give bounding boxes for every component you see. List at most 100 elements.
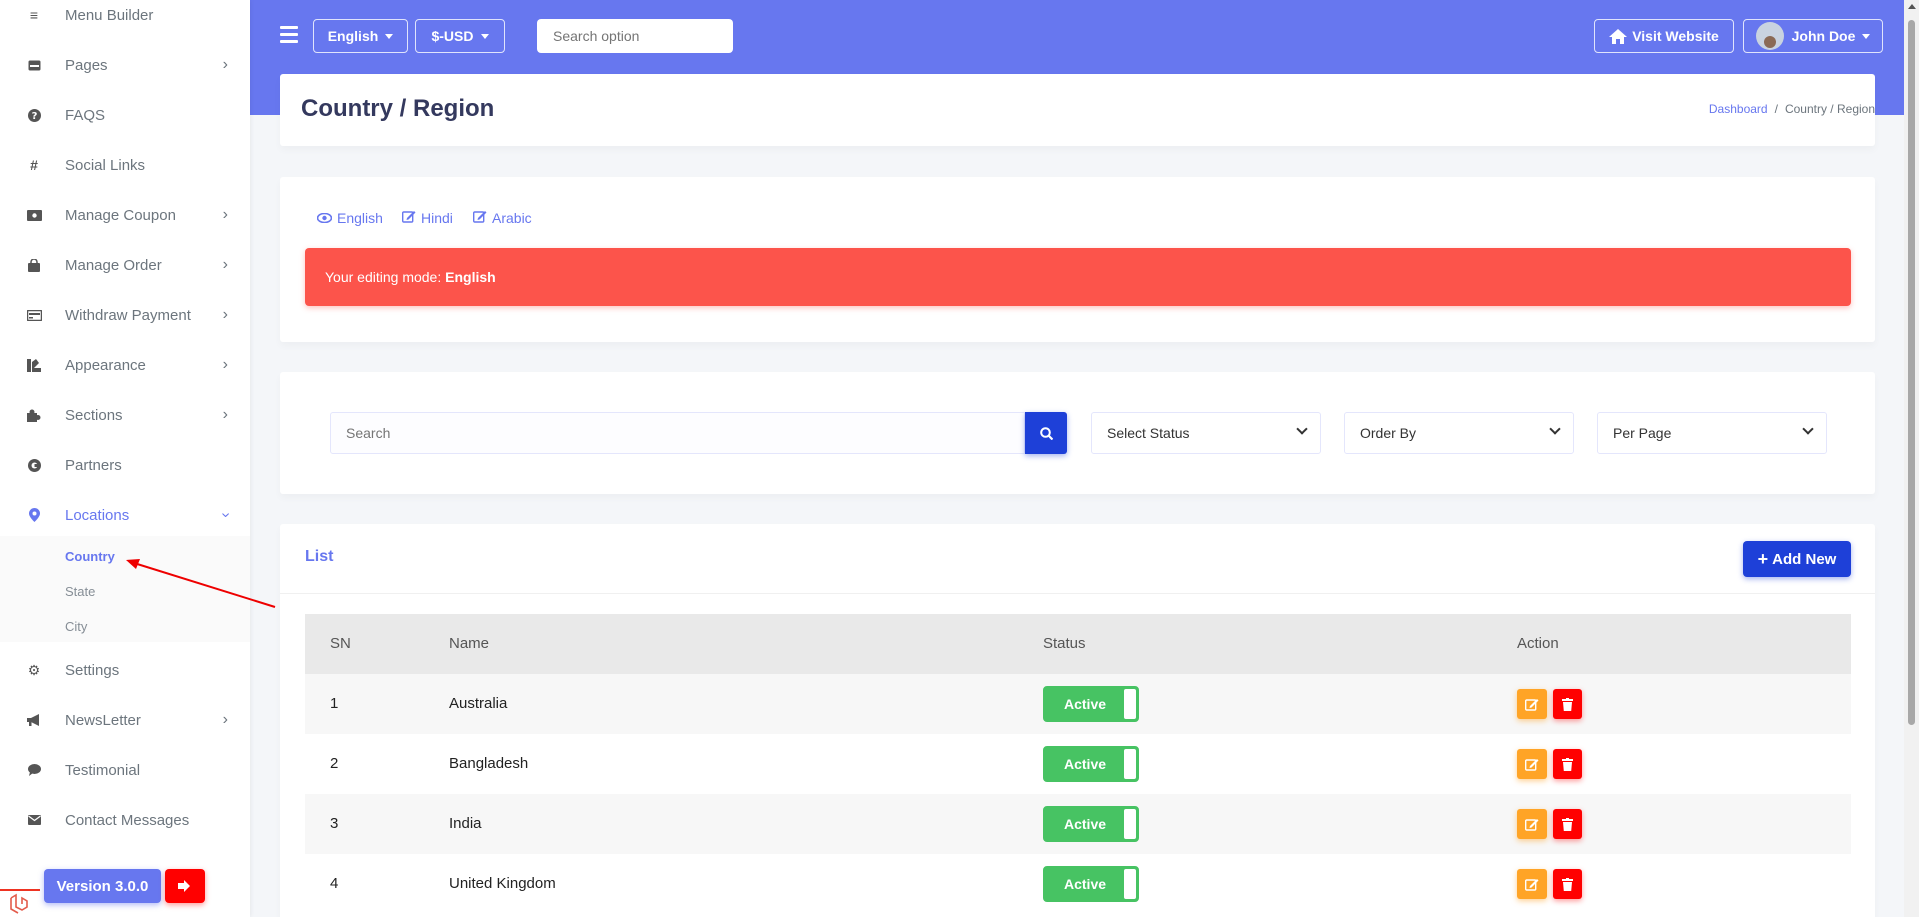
question-icon: ? <box>26 107 42 123</box>
edit-icon <box>1525 818 1539 831</box>
logout-button[interactable] <box>165 869 205 903</box>
chevron-right-icon: › <box>222 206 228 223</box>
edit-icon <box>401 210 416 226</box>
breadcrumb-dashboard-link[interactable]: Dashboard <box>1709 102 1768 116</box>
edit-button[interactable] <box>1517 869 1547 899</box>
sidebar-item-social-links[interactable]: # Social Links <box>0 145 250 185</box>
sidebar-subitem-state[interactable]: State <box>65 584 95 599</box>
row-sn: 4 <box>330 875 339 892</box>
edit-icon <box>1525 698 1539 711</box>
lang-tab-arabic[interactable]: Arabic <box>472 210 532 226</box>
gear-icon: ⚙ <box>27 661 41 678</box>
status-toggle[interactable]: Active <box>1043 746 1139 782</box>
sidebar-subitem-city[interactable]: City <box>65 619 87 634</box>
sidebar-item-pages[interactable]: Pages › <box>0 45 250 85</box>
envelope-icon <box>26 812 42 828</box>
caret-down-icon <box>1862 33 1871 39</box>
vertical-scrollbar[interactable] <box>1904 0 1919 917</box>
add-new-button[interactable]: + Add New <box>1743 541 1851 577</box>
puzzle-icon <box>26 407 42 423</box>
sidebar-item-manage-coupon[interactable]: Manage Coupon › <box>0 195 250 235</box>
sidebar-item-locations[interactable]: Locations › <box>0 495 250 535</box>
ticket-icon <box>26 207 42 223</box>
laravel-logo-icon <box>8 893 30 915</box>
edit-button[interactable] <box>1517 809 1547 839</box>
row-name: United Kingdom <box>449 875 556 892</box>
lang-tab-hindi[interactable]: Hindi <box>401 210 453 226</box>
column-header-name: Name <box>449 635 490 652</box>
currency-dropdown[interactable]: $-USD <box>415 19 505 53</box>
row-sn: 1 <box>330 695 339 712</box>
delete-button[interactable] <box>1553 809 1582 839</box>
trash-icon <box>1562 757 1573 771</box>
order-by-select[interactable]: Order By <box>1344 412 1574 454</box>
edit-icon <box>1525 758 1539 771</box>
editing-mode-alert: Your editing mode: English <box>305 248 1851 306</box>
breadcrumb: Dashboard / Country / Region <box>1708 102 1875 116</box>
chevron-right-icon: › <box>222 56 228 73</box>
svg-text:?: ? <box>31 111 37 122</box>
card-icon <box>26 307 42 323</box>
status-toggle[interactable]: Active <box>1043 686 1139 722</box>
sidebar-item-menu-builder[interactable]: ≡ Menu Builder <box>0 0 250 35</box>
row-name: Bangladesh <box>449 755 529 772</box>
sidebar-item-appearance[interactable]: Appearance › <box>0 345 250 385</box>
bag-icon <box>26 257 42 273</box>
delete-button[interactable] <box>1553 689 1582 719</box>
trash-icon <box>1562 817 1573 831</box>
column-header-sn: SN <box>330 635 351 652</box>
top-search-input[interactable] <box>537 19 733 53</box>
home-icon <box>1609 28 1628 44</box>
sidebar-item-settings[interactable]: ⚙ Settings <box>0 650 250 690</box>
column-header-action: Action <box>1517 635 1559 652</box>
search-button[interactable] <box>1025 412 1067 454</box>
user-menu-dropdown[interactable]: John Doe <box>1743 19 1883 53</box>
scroll-up-icon[interactable] <box>1908 4 1916 9</box>
visit-website-button[interactable]: Visit Website <box>1594 19 1734 53</box>
sidebar-subitem-country[interactable]: Country <box>65 549 115 564</box>
logout-icon <box>178 880 190 892</box>
divider <box>280 593 1875 594</box>
table-row: 4 United Kingdom Active <box>305 854 1851 914</box>
status-select[interactable]: Select Status <box>1091 412 1321 454</box>
search-input[interactable] <box>330 412 1025 454</box>
sidebar-item-sections[interactable]: Sections › <box>0 395 250 435</box>
trash-icon <box>1562 877 1573 891</box>
table-row: 1 Australia Active <box>305 674 1851 734</box>
partner-icon <box>26 457 42 473</box>
scrollbar-thumb[interactable] <box>1908 20 1915 725</box>
status-toggle[interactable]: Active <box>1043 866 1139 902</box>
row-sn: 2 <box>330 755 339 772</box>
caret-down-icon <box>480 33 489 39</box>
column-header-status: Status <box>1043 635 1086 652</box>
breadcrumb-current: Country / Region <box>1784 102 1875 116</box>
divider-line <box>0 889 40 891</box>
edit-button[interactable] <box>1517 749 1547 779</box>
sidebar-item-contact-messages[interactable]: Contact Messages <box>0 800 250 840</box>
hamburger-menu-icon[interactable] <box>280 26 298 46</box>
sidebar-item-manage-order[interactable]: Manage Order › <box>0 245 250 285</box>
caret-down-icon <box>385 33 394 39</box>
chevron-right-icon: › <box>222 356 228 373</box>
annotation-arrow-icon <box>126 559 276 608</box>
lang-tab-english[interactable]: English <box>316 210 383 226</box>
location-pin-icon <box>26 507 42 523</box>
status-toggle[interactable]: Active <box>1043 806 1139 842</box>
chevron-right-icon: › <box>222 406 228 423</box>
row-name: Australia <box>449 695 508 712</box>
sidebar-item-faqs[interactable]: ? FAQS <box>0 95 250 135</box>
version-button[interactable]: Version 3.0.0 <box>44 869 161 903</box>
per-page-select[interactable]: Per Page <box>1597 412 1827 454</box>
language-dropdown[interactable]: English <box>313 19 408 53</box>
sidebar-item-partners[interactable]: Partners <box>0 445 250 485</box>
trash-icon <box>1562 697 1573 711</box>
chevron-down-icon <box>1549 423 1561 435</box>
chevron-down-icon <box>1296 423 1308 435</box>
edit-button[interactable] <box>1517 689 1547 719</box>
sidebar-item-withdraw-payment[interactable]: Withdraw Payment › <box>0 295 250 335</box>
sidebar-item-testimonial[interactable]: Testimonial <box>0 750 250 790</box>
delete-button[interactable] <box>1553 869 1582 899</box>
sidebar-item-newsletter[interactable]: NewsLetter › <box>0 700 250 740</box>
page-icon <box>26 57 42 73</box>
delete-button[interactable] <box>1553 749 1582 779</box>
